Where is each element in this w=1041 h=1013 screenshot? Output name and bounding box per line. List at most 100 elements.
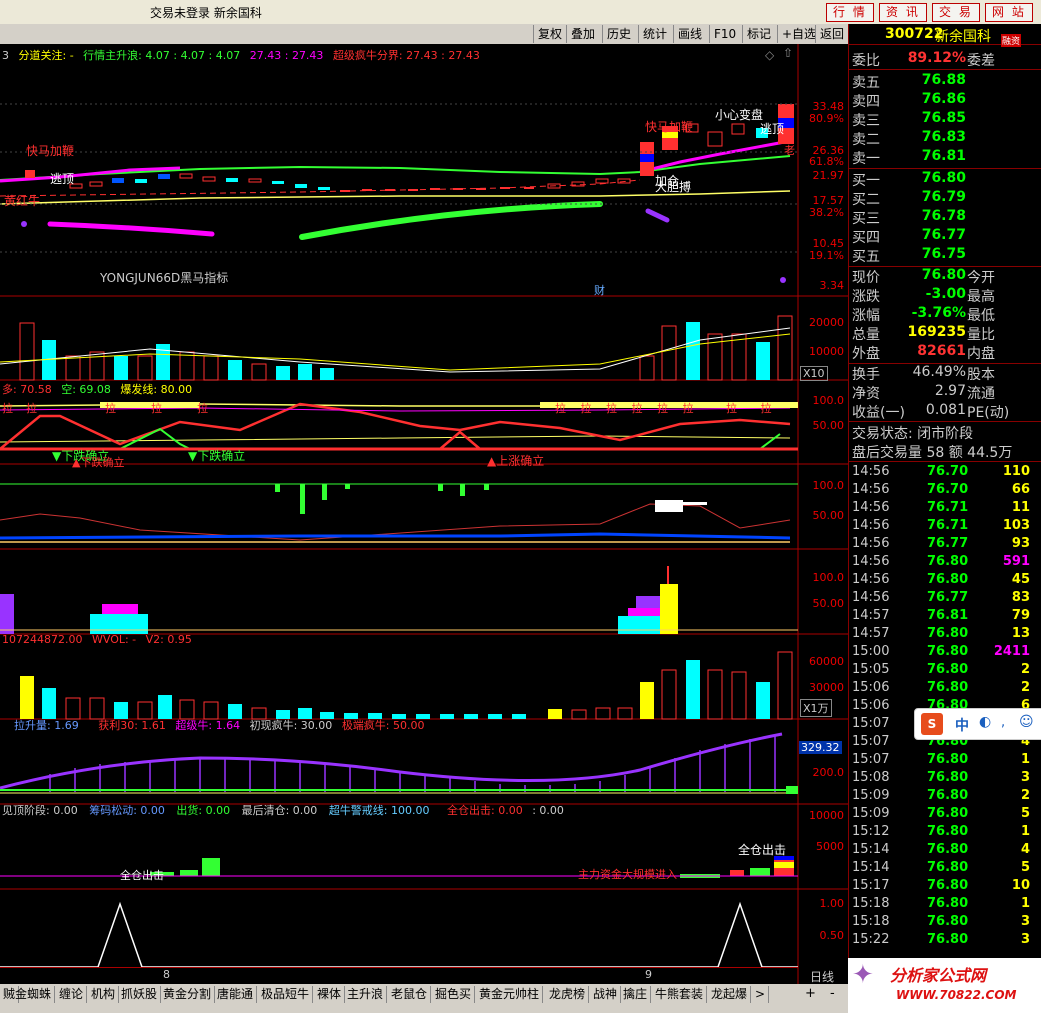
tab-5[interactable]: 黄金分割	[160, 986, 216, 1003]
vol1-scale-tag[interactable]: X10	[800, 366, 828, 381]
tick-price: 76.80	[927, 770, 969, 785]
tab-9[interactable]: 主升浪	[344, 986, 388, 1003]
bid-price[interactable]: 76.79	[922, 189, 966, 205]
tick-volume: 45	[1011, 572, 1030, 587]
pane5-axis-label: 100.0	[812, 571, 845, 584]
green-arc	[299, 201, 603, 240]
tab-14[interactable]: 战神	[590, 986, 622, 1003]
f10-button[interactable]: F10	[709, 25, 740, 43]
tab-11[interactable]: 掘色买	[432, 986, 476, 1003]
tick-time: 14:56	[852, 518, 890, 533]
ask-price[interactable]: 76.83	[922, 129, 966, 145]
tick-volume: 2	[1020, 662, 1030, 677]
tab-6[interactable]: 唐能通	[214, 986, 258, 1003]
tick-time: 15:14	[852, 842, 890, 857]
tick-price: 76.80	[927, 842, 969, 857]
tick-row: 15:05 76.80 2	[849, 662, 1041, 680]
tab-4[interactable]: 抓妖股	[118, 986, 162, 1003]
tab-18[interactable]: >	[752, 986, 770, 1003]
pane8-axis-label: 10000	[809, 809, 844, 822]
pane9-axis-label: 0.50	[819, 929, 845, 942]
tick-row: 15:09 76.80 5	[849, 806, 1041, 824]
ask-label: 卖四	[852, 94, 880, 110]
tab-3[interactable]: 机构	[88, 986, 120, 1003]
bid-price[interactable]: 76.75	[922, 246, 966, 262]
bid-price[interactable]: 76.78	[922, 208, 966, 224]
finance-marker[interactable]: 财	[594, 282, 605, 298]
pane7-title: 超级牛: 1.64	[175, 719, 241, 732]
tick-volume: 79	[1011, 608, 1030, 623]
ask-price[interactable]: 76.85	[922, 110, 966, 126]
overlay-button[interactable]: 叠加	[566, 25, 599, 43]
bid-price[interactable]: 76.80	[922, 170, 966, 186]
tab-10[interactable]: 老鼠仓	[388, 986, 432, 1003]
bid-price[interactable]: 76.77	[922, 227, 966, 243]
tick-time: 14:56	[852, 482, 890, 497]
pane8-title: 出货: 0.00	[176, 804, 231, 817]
tab-8[interactable]: 裸体	[314, 986, 346, 1003]
pane3-title: 爆发线: 80.00	[120, 383, 193, 396]
tab-7[interactable]: 极品短牛	[258, 986, 314, 1003]
stat-label: 股本	[967, 367, 995, 383]
main-axis-label: 19.1%	[809, 249, 844, 262]
ime-logo-icon[interactable]: S	[921, 713, 943, 735]
ime-lang[interactable]: 中	[955, 715, 969, 735]
add-watchlist-button[interactable]: +自选	[777, 25, 820, 43]
pane6-scale-tag[interactable]: X1万	[800, 699, 832, 717]
stat-label: 换手	[852, 367, 880, 383]
moon-icon[interactable]: ◐	[979, 714, 991, 730]
tab-remove-button[interactable]: -	[830, 986, 835, 1001]
ask-price[interactable]: 76.86	[922, 91, 966, 107]
trade-button[interactable]: 交 易	[932, 3, 980, 22]
punctuation-icon[interactable]: ,	[1001, 715, 1005, 730]
website-button[interactable]: 网 站	[985, 3, 1033, 22]
tick-volume: 2	[1020, 680, 1030, 695]
stat-value: 2.97	[934, 383, 966, 399]
ask-price[interactable]: 76.88	[922, 72, 966, 88]
purple-stroke	[645, 208, 670, 223]
main-title-prefix: 3	[2, 49, 9, 62]
tab-16[interactable]: 牛熊套装	[652, 986, 708, 1003]
pane4-axis-label: 50.00	[812, 509, 845, 522]
purple-dot	[780, 277, 786, 283]
stat-label: 涨幅	[852, 308, 880, 324]
up-arrow-icon[interactable]: ⇧	[783, 46, 793, 60]
news-button[interactable]: 资 讯	[879, 3, 927, 22]
ask-price[interactable]: 76.81	[922, 148, 966, 164]
pane7-title: 初现疯牛: 30.00	[249, 719, 333, 732]
back-button[interactable]: 返回	[815, 25, 848, 43]
mark-button[interactable]: 标记	[742, 25, 775, 43]
main-title-3: 27.43 : 27.43	[249, 49, 324, 62]
period-label[interactable]: 日线	[810, 968, 834, 985]
ime-toolbar[interactable]: S 中 ◐ , ☺	[914, 708, 1041, 740]
tab-1[interactable]: 金蜘蛛	[12, 986, 56, 1003]
tick-time: 15:22	[852, 932, 890, 947]
draw-line-button[interactable]: 画线	[673, 25, 706, 43]
history-button[interactable]: 历史	[602, 25, 635, 43]
tick-row: 15:12 76.80 1	[849, 824, 1041, 842]
tick-volume: 5	[1020, 806, 1030, 821]
pane8-title: 最后清仓: 0.00	[241, 804, 318, 817]
main-axis-label: 21.97	[812, 169, 845, 182]
tick-time: 15:08	[852, 770, 890, 785]
quote-button[interactable]: 行 情	[826, 3, 874, 22]
fuquan-button[interactable]: 复权	[533, 25, 566, 43]
smile-icon[interactable]: ☺	[1019, 714, 1034, 730]
pane5-bars	[0, 566, 798, 634]
tick-price: 76.80	[927, 680, 969, 695]
tick-price: 76.80	[927, 806, 969, 821]
tab-2[interactable]: 缠论	[56, 986, 88, 1003]
tick-volume: 5	[1020, 860, 1030, 875]
tick-volume: 83	[1011, 590, 1030, 605]
tab-15[interactable]: 擒庄	[620, 986, 652, 1003]
tab-12[interactable]: 黄金元帅柱	[476, 986, 544, 1003]
tab-add-button[interactable]: +	[805, 986, 816, 1001]
tab-17[interactable]: 龙起爆	[708, 986, 752, 1003]
tick-time: 14:56	[852, 500, 890, 515]
stat-label: 量比	[967, 327, 995, 343]
stats-button[interactable]: 统计	[638, 25, 671, 43]
tab-13[interactable]: 龙虎榜	[546, 986, 590, 1003]
diamond-icon[interactable]: ◇	[765, 48, 774, 62]
tick-price: 76.70	[927, 464, 969, 479]
chart-area[interactable]: 3 分道关注: - 行情主升浪: 4.07 : 4.07 : 4.07 27.4…	[0, 44, 848, 984]
